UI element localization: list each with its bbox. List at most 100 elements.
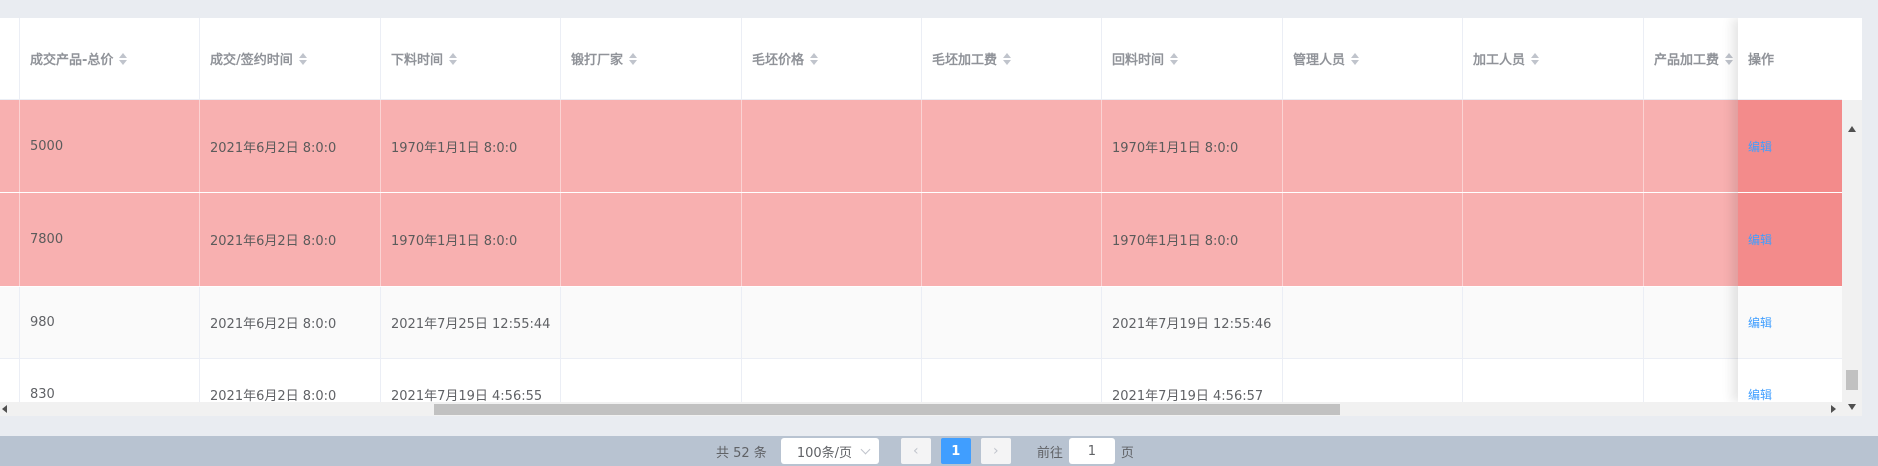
table-cell — [1463, 359, 1644, 402]
table-cell — [1463, 100, 1644, 192]
horizontal-scroll-thumb[interactable] — [434, 404, 1340, 415]
sort-caret-icon[interactable] — [629, 52, 638, 65]
column-header[interactable]: 成交产品-总价 — [20, 18, 200, 99]
table-cell — [1283, 359, 1463, 402]
data-table-card: 成交产品-总价 成交/签约时间 下料时间 锻打厂家 毛坯价格 毛坯加工费 回料时… — [0, 18, 1862, 416]
sort-caret-icon[interactable] — [810, 52, 819, 65]
table-cell: 2021年7月19日 4:56:57 — [1102, 359, 1283, 402]
table-cell — [561, 287, 742, 358]
column-header[interactable]: 下料时间 — [381, 18, 561, 99]
edit-link[interactable]: 编辑 — [1748, 314, 1772, 331]
sort-caret-icon[interactable] — [1003, 52, 1012, 65]
vertical-scroll-thumb[interactable] — [1846, 370, 1858, 390]
table-row: 830 2021年6月2日 8:0:0 2021年7月19日 4:56:55 2… — [0, 359, 1842, 402]
goto-page-input[interactable]: 1 — [1068, 438, 1115, 464]
scroll-right-arrow-icon[interactable] — [1831, 405, 1836, 413]
sort-caret-icon[interactable] — [449, 52, 458, 65]
table-cell: 2021年7月19日 12:55:46 — [1102, 287, 1283, 358]
table-row: 7800 2021年6月2日 8:0:0 1970年1月1日 8:0:0 197… — [0, 193, 1842, 287]
column-header-label: 加工人员 — [1473, 53, 1526, 68]
sort-caret-icon[interactable] — [1351, 52, 1360, 65]
column-header[interactable]: 加工人员 — [1463, 18, 1644, 99]
sort-caret-icon[interactable] — [119, 52, 128, 65]
next-page-button[interactable]: › — [980, 438, 1011, 464]
table-header-leading-cell — [0, 18, 20, 99]
column-header[interactable]: 管理人员 — [1283, 18, 1463, 99]
action-cell: 编辑 — [1738, 100, 1842, 193]
goto-label: 前往 — [1036, 445, 1063, 461]
sort-caret-icon[interactable] — [1170, 52, 1179, 65]
table-cell — [742, 287, 922, 358]
column-header[interactable]: 毛坯加工费 — [922, 18, 1102, 99]
table-row: 5000 2021年6月2日 8:0:0 1970年1月1日 8:0:0 197… — [0, 100, 1842, 193]
table-cell — [1283, 193, 1463, 286]
column-header[interactable]: 成交/签约时间 — [200, 18, 381, 99]
table-cell — [0, 359, 20, 402]
table-cell — [1283, 100, 1463, 192]
column-header-label: 下料时间 — [391, 53, 444, 68]
action-cell: 编辑 — [1738, 287, 1842, 359]
pagination-bar: 共 52 条 100条/页 ‹ 1 › 前往 1 页 — [0, 436, 1878, 466]
page-size-select[interactable]: 100条/页 — [780, 438, 879, 464]
table-cell: 1970年1月1日 8:0:0 — [381, 193, 561, 286]
vertical-scrollbar[interactable] — [1842, 100, 1862, 416]
sort-caret-icon[interactable] — [1531, 52, 1540, 65]
scroll-up-arrow-icon[interactable] — [1848, 126, 1856, 132]
goto-suffix-label: 页 — [1120, 445, 1134, 461]
column-header-label: 毛坯加工费 — [932, 53, 998, 68]
table-cell — [561, 193, 742, 286]
sort-caret-icon[interactable] — [298, 52, 307, 65]
table-row: 980 2021年6月2日 8:0:0 2021年7月25日 12:55:44 … — [0, 287, 1842, 359]
action-column-header: 操作 — [1738, 18, 1842, 100]
page-number-current[interactable]: 1 — [940, 438, 971, 464]
table-cell — [561, 359, 742, 402]
column-header-label: 锻打厂家 — [571, 53, 624, 68]
table-cell: 5000 — [20, 100, 200, 192]
table-cell: 1970年1月1日 8:0:0 — [1102, 193, 1283, 286]
scroll-left-arrow-icon[interactable] — [2, 405, 7, 413]
table-header-row: 成交产品-总价 成交/签约时间 下料时间 锻打厂家 毛坯价格 毛坯加工费 回料时… — [0, 18, 1842, 100]
table-cell: 2021年7月19日 4:56:55 — [381, 359, 561, 402]
table-cell — [0, 100, 20, 192]
horizontal-scrollbar[interactable] — [0, 402, 1842, 416]
sort-caret-icon[interactable] — [1725, 52, 1734, 65]
table-cell — [742, 193, 922, 286]
column-header-label: 成交/签约时间 — [210, 53, 293, 68]
edit-link[interactable]: 编辑 — [1748, 231, 1772, 248]
table-cell: 2021年7月25日 12:55:44 — [381, 287, 561, 358]
pagination-total: 共 52 条 — [716, 445, 767, 461]
action-cell: 编辑 — [1738, 193, 1842, 287]
column-header[interactable]: 锻打厂家 — [561, 18, 742, 99]
table-cell: 2021年6月2日 8:0:0 — [200, 100, 381, 192]
prev-page-button[interactable]: ‹ — [900, 438, 931, 464]
column-header[interactable]: 回料时间 — [1102, 18, 1283, 99]
table-cell — [0, 193, 20, 286]
table-cell — [0, 287, 20, 358]
page-size-value: 100条/页 — [796, 445, 853, 461]
fixed-action-column: 操作 编辑 编辑 编辑 编辑 — [1738, 18, 1842, 402]
chevron-down-icon — [860, 444, 871, 455]
column-header-label: 回料时间 — [1112, 53, 1165, 68]
table-cell: 2021年6月2日 8:0:0 — [200, 193, 381, 286]
table-cell — [742, 359, 922, 402]
table-cell — [742, 100, 922, 192]
data-table: 成交产品-总价 成交/签约时间 下料时间 锻打厂家 毛坯价格 毛坯加工费 回料时… — [0, 18, 1842, 402]
table-cell: 2021年6月2日 8:0:0 — [200, 287, 381, 358]
column-header[interactable]: 毛坯价格 — [742, 18, 922, 99]
table-cell: 2021年6月2日 8:0:0 — [200, 359, 381, 402]
table-cell — [561, 100, 742, 192]
table-cell — [922, 193, 1102, 286]
column-header-label: 管理人员 — [1293, 53, 1346, 68]
table-cell — [1463, 287, 1644, 358]
scroll-down-arrow-icon[interactable] — [1848, 404, 1856, 410]
chevron-right-icon: › — [993, 443, 999, 459]
action-cell: 编辑 — [1738, 359, 1842, 402]
chevron-left-icon: ‹ — [913, 443, 919, 459]
table-cell: 1970年1月1日 8:0:0 — [1102, 100, 1283, 192]
edit-link[interactable]: 编辑 — [1748, 386, 1772, 402]
table-cell — [1463, 193, 1644, 286]
table-cell: 1970年1月1日 8:0:0 — [381, 100, 561, 192]
edit-link[interactable]: 编辑 — [1748, 138, 1772, 155]
table-cell — [922, 287, 1102, 358]
table-cell: 980 — [20, 287, 200, 358]
